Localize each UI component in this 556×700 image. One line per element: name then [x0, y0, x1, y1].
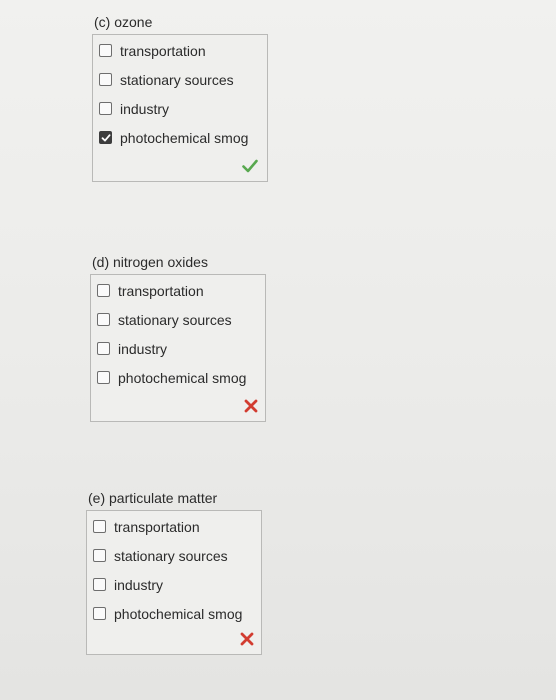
option-label: stationary sources — [118, 311, 232, 328]
option-label: transportation — [120, 42, 206, 59]
option-label: industry — [118, 340, 168, 357]
option-stationary-sources[interactable]: stationary sources — [93, 65, 267, 94]
checkbox-checked[interactable] — [99, 131, 112, 144]
option-transportation[interactable]: transportation — [93, 36, 267, 65]
checkbox[interactable] — [97, 313, 110, 326]
checkbox[interactable] — [97, 342, 110, 355]
option-label: transportation — [118, 282, 204, 299]
answer-box: transportation stationary sources indust… — [92, 34, 268, 182]
x-mark-icon — [240, 632, 254, 646]
question-title: (e) particulate matter — [88, 490, 218, 506]
option-industry[interactable]: industry — [91, 334, 265, 363]
checkbox[interactable] — [99, 102, 112, 115]
question-nitrogen-oxides: (d) nitrogen oxides transportation stati… — [90, 254, 266, 422]
checkbox[interactable] — [97, 284, 110, 297]
x-mark-icon — [244, 399, 258, 413]
option-label: stationary sources — [120, 71, 234, 88]
option-label: photochemical smog — [118, 369, 247, 386]
checkmark-icon — [242, 159, 258, 173]
answer-box: transportation stationary sources indust… — [90, 274, 266, 422]
question-title: (d) nitrogen oxides — [92, 254, 208, 270]
option-industry[interactable]: industry — [93, 94, 267, 123]
option-label: transportation — [114, 518, 200, 535]
option-photochemical-smog[interactable]: photochemical smog — [87, 599, 261, 628]
option-industry[interactable]: industry — [87, 570, 261, 599]
option-stationary-sources[interactable]: stationary sources — [87, 541, 261, 570]
answer-box: transportation stationary sources indust… — [86, 510, 262, 655]
option-label: industry — [120, 100, 170, 117]
question-title: (c) ozone — [94, 14, 153, 30]
check-glyph-icon — [101, 133, 110, 141]
checkbox[interactable] — [99, 44, 112, 57]
checkbox[interactable] — [93, 520, 106, 533]
question-ozone: (c) ozone transportation stationary sour… — [92, 14, 268, 182]
screen: (c) ozone transportation stationary sour… — [0, 0, 556, 700]
option-label: industry — [114, 576, 164, 593]
option-transportation[interactable]: transportation — [91, 276, 265, 305]
option-label: stationary sources — [114, 547, 228, 564]
option-label: photochemical smog — [120, 129, 249, 146]
option-photochemical-smog[interactable]: photochemical smog — [91, 363, 265, 392]
option-transportation[interactable]: transportation — [87, 512, 261, 541]
checkbox[interactable] — [93, 549, 106, 562]
option-photochemical-smog[interactable]: photochemical smog — [93, 123, 267, 152]
option-label: photochemical smog — [114, 605, 243, 622]
checkbox[interactable] — [93, 578, 106, 591]
question-particulate-matter: (e) particulate matter transportation st… — [86, 490, 262, 655]
checkbox[interactable] — [97, 371, 110, 384]
checkbox[interactable] — [99, 73, 112, 86]
option-stationary-sources[interactable]: stationary sources — [91, 305, 265, 334]
checkbox[interactable] — [93, 607, 106, 620]
